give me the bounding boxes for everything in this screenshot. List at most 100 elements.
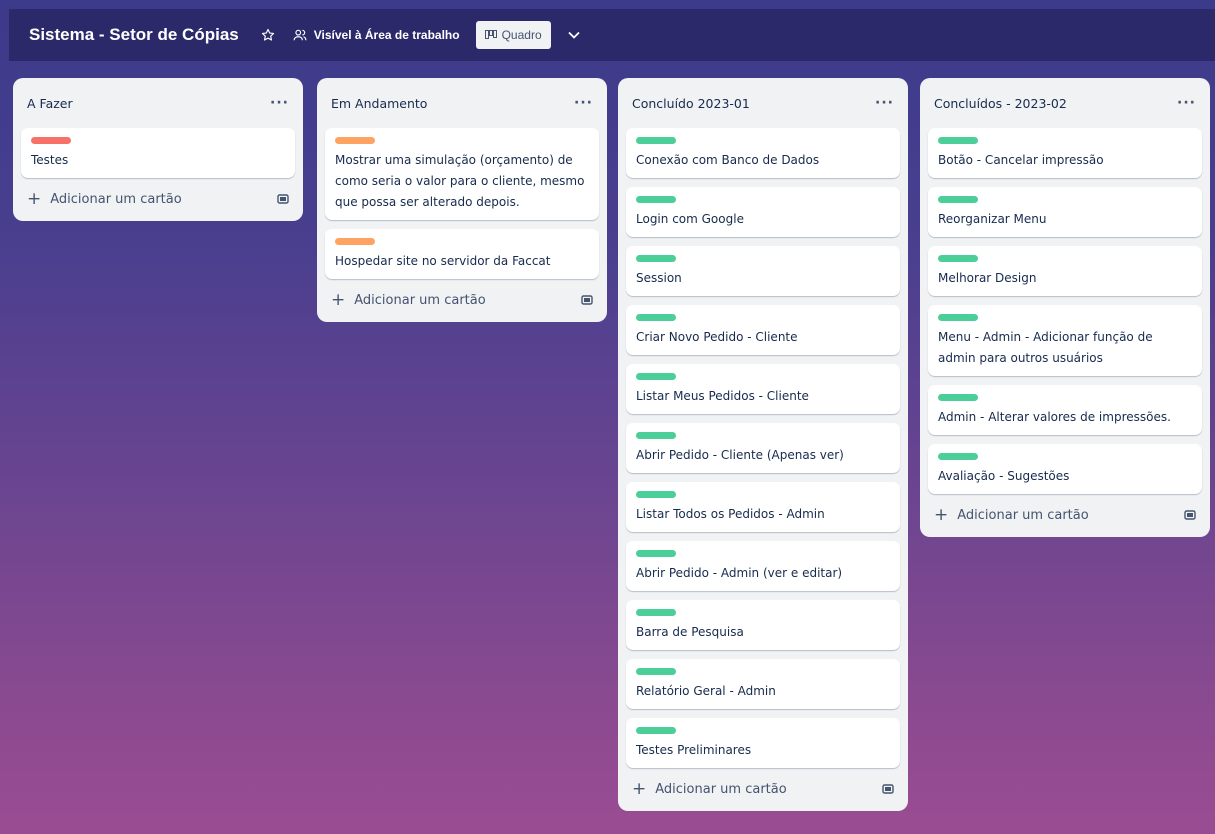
card-title: Botão - Cancelar impressão — [938, 153, 1104, 167]
more-options-icon[interactable]: ··· — [875, 95, 894, 111]
star-icon[interactable] — [257, 24, 279, 46]
card-label[interactable] — [636, 609, 676, 616]
card-label[interactable] — [335, 238, 375, 245]
people-icon — [293, 28, 307, 42]
add-card-row: + Adicionar um cartão — [626, 775, 900, 803]
card-label[interactable] — [938, 453, 978, 460]
add-card-row: + Adicionar um cartão — [928, 501, 1202, 529]
card[interactable]: Mostrar uma simulação (orçamento) de com… — [325, 128, 599, 220]
card-label[interactable] — [31, 137, 71, 144]
card[interactable]: Testes — [21, 128, 295, 178]
card-label[interactable] — [636, 196, 676, 203]
more-options-icon[interactable]: ··· — [1177, 95, 1196, 111]
visibility-button[interactable]: Visível à Área de trabalho — [293, 28, 460, 42]
board-view-button[interactable]: Quadro — [475, 21, 551, 49]
card-label[interactable] — [636, 491, 676, 498]
card-label[interactable] — [938, 255, 978, 262]
list-column: Concluídos - 2023-02 ··· Botão - Cancelar … — [920, 78, 1210, 537]
list-header: Concluídos - 2023-02 ··· — [928, 78, 1202, 128]
plus-icon: + — [331, 289, 346, 310]
card-title: Menu - Admin - Adicionar função de admin… — [938, 330, 1153, 365]
add-card-label: Adicionar um cartão — [957, 507, 1089, 523]
plus-icon: + — [632, 778, 647, 799]
card[interactable]: Menu - Admin - Adicionar função de admin… — [928, 305, 1202, 376]
card-title: Melhorar Design — [938, 271, 1037, 285]
board-header: Sistema - Setor de Cópias Visível à Área… — [9, 9, 1215, 61]
card-label[interactable] — [636, 137, 676, 144]
card-title: Relatório Geral - Admin — [636, 684, 776, 698]
card-title: Criar Novo Pedido - Cliente — [636, 330, 798, 344]
card[interactable]: Relatório Geral - Admin — [626, 659, 900, 709]
template-icon[interactable] — [581, 294, 593, 306]
list-title[interactable]: Em Andamento — [331, 96, 427, 111]
list-title[interactable]: Concluídos - 2023-02 — [934, 96, 1067, 111]
card-title: Testes Preliminares — [636, 743, 752, 757]
card[interactable]: Login com Google — [626, 187, 900, 237]
card-label[interactable] — [636, 727, 676, 734]
list-title[interactable]: Concluído 2023-01 — [632, 96, 750, 111]
list-column: A Fazer ··· Testes + Adicionar um cartão — [13, 78, 303, 221]
plus-icon: + — [934, 504, 949, 525]
list-header: Em Andamento ··· — [325, 78, 599, 128]
template-icon[interactable] — [1184, 509, 1196, 521]
card-label[interactable] — [636, 550, 676, 557]
card-title: Barra de Pesquisa — [636, 625, 744, 639]
add-card-button[interactable]: + Adicionar um cartão — [27, 188, 182, 209]
card-label[interactable] — [938, 394, 978, 401]
list-header: Concluído 2023-01 ··· — [626, 78, 900, 128]
card-label[interactable] — [938, 137, 978, 144]
card[interactable]: Hospedar site no servidor da Faccat — [325, 229, 599, 279]
card[interactable]: Testes Preliminares — [626, 718, 900, 768]
card-title: Mostrar uma simulação (orçamento) de com… — [335, 153, 585, 209]
card[interactable]: Session — [626, 246, 900, 296]
card-title: Abrir Pedido - Admin (ver e editar) — [636, 566, 843, 580]
card-label[interactable] — [636, 373, 676, 380]
card[interactable]: Admin - Alterar valores de impressões. — [928, 385, 1202, 435]
card-title: Testes — [31, 153, 69, 167]
card[interactable]: Reorganizar Menu — [928, 187, 1202, 237]
board-view-label: Quadro — [501, 28, 542, 42]
card[interactable]: Abrir Pedido - Cliente (Apenas ver) — [626, 423, 900, 473]
card-title: Avaliação - Sugestões — [938, 469, 1070, 483]
card[interactable]: Botão - Cancelar impressão — [928, 128, 1202, 178]
add-card-button[interactable]: + Adicionar um cartão — [934, 504, 1089, 525]
add-card-button[interactable]: + Adicionar um cartão — [632, 778, 787, 799]
add-card-label: Adicionar um cartão — [354, 292, 486, 308]
add-card-label: Adicionar um cartão — [50, 191, 182, 207]
card[interactable]: Conexão com Banco de Dados — [626, 128, 900, 178]
card[interactable]: Avaliação - Sugestões — [928, 444, 1202, 494]
template-icon[interactable] — [277, 193, 289, 205]
card[interactable]: Barra de Pesquisa — [626, 600, 900, 650]
list-title[interactable]: A Fazer — [27, 96, 73, 111]
more-options-icon[interactable]: ··· — [574, 95, 593, 111]
card[interactable]: Criar Novo Pedido - Cliente — [626, 305, 900, 355]
card-title: Reorganizar Menu — [938, 212, 1047, 226]
card-label[interactable] — [636, 432, 676, 439]
card-title: Abrir Pedido - Cliente (Apenas ver) — [636, 448, 844, 462]
list-column: Em Andamento ··· Mostrar uma simulação (or… — [317, 78, 607, 322]
plus-icon: + — [27, 188, 42, 209]
more-options-icon[interactable]: ··· — [270, 95, 289, 111]
card-title: Hospedar site no servidor da Faccat — [335, 254, 551, 268]
card[interactable]: Listar Todos os Pedidos - Admin — [626, 482, 900, 532]
board-title[interactable]: Sistema - Setor de Cópias — [29, 25, 239, 45]
card-label[interactable] — [636, 255, 676, 262]
add-card-button[interactable]: + Adicionar um cartão — [331, 289, 486, 310]
card-label[interactable] — [938, 314, 978, 321]
card-label[interactable] — [938, 196, 978, 203]
card[interactable]: Melhorar Design — [928, 246, 1202, 296]
board-icon — [484, 30, 497, 40]
template-icon[interactable] — [882, 783, 894, 795]
card-title: Conexão com Banco de Dados — [636, 153, 820, 167]
card-label[interactable] — [636, 668, 676, 675]
add-card-label: Adicionar um cartão — [655, 781, 787, 797]
add-card-row: + Adicionar um cartão — [21, 185, 295, 213]
chevron-down-icon[interactable] — [561, 22, 587, 48]
card-label[interactable] — [335, 137, 375, 144]
list-header: A Fazer ··· — [21, 78, 295, 128]
card[interactable]: Abrir Pedido - Admin (ver e editar) — [626, 541, 900, 591]
card-title: Admin - Alterar valores de impressões. — [938, 410, 1171, 424]
card[interactable]: Listar Meus Pedidos - Cliente — [626, 364, 900, 414]
card-title: Listar Todos os Pedidos - Admin — [636, 507, 825, 521]
card-label[interactable] — [636, 314, 676, 321]
